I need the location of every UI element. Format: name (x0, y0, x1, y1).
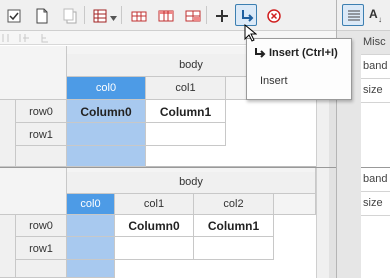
column-header-empty (274, 194, 316, 215)
property-label: band (363, 60, 388, 72)
dataset-icon (93, 9, 107, 23)
grid-designer-bottom: body col0 col1 col2 row0 Column0 Column1… (0, 168, 336, 278)
property-label: size (363, 197, 383, 209)
grid-cell[interactable] (146, 123, 226, 146)
column-label: col2 (223, 198, 244, 210)
column-label: col0 (95, 82, 117, 94)
grid-cell[interactable] (67, 237, 115, 260)
add-button[interactable] (210, 4, 232, 26)
svg-text:A: A (369, 7, 378, 21)
insert-tooltip: Insert (Ctrl+I) Insert (246, 38, 352, 100)
property-row-size[interactable]: size (361, 192, 390, 216)
insert-header-button[interactable] (154, 4, 176, 26)
row-label: row1 (29, 243, 53, 255)
row-label: row0 (29, 106, 53, 118)
column-label: col1 (175, 82, 196, 94)
designer-toolbar (0, 0, 336, 31)
grid-cell[interactable] (115, 237, 194, 260)
band-header[interactable]: body (67, 172, 316, 194)
toolbar-separator (121, 6, 122, 24)
insert-button[interactable] (235, 4, 257, 26)
grid-cell[interactable]: Column1 (146, 100, 226, 123)
add-icon (216, 10, 228, 22)
property-row-band[interactable]: band (361, 55, 390, 79)
categorized-button[interactable] (342, 4, 364, 26)
column-label: col0 (80, 198, 101, 210)
new-document-button[interactable] (30, 4, 52, 26)
category-label: Misc (363, 36, 386, 48)
property-label: band (363, 173, 388, 185)
property-empty (361, 216, 390, 278)
alphabetical-icon: A ↓ (369, 7, 382, 24)
property-toolbar: A ↓ (337, 0, 390, 31)
copy-button[interactable] (58, 4, 80, 26)
svg-text:↓: ↓ (378, 15, 382, 24)
insert-row-icon (185, 10, 201, 22)
column-header-col0[interactable]: col0 (67, 194, 115, 215)
property-row-band[interactable]: band (361, 168, 390, 192)
toolbar-separator (84, 6, 85, 24)
row-gutter (0, 100, 16, 167)
row-header-row0[interactable]: row0 (16, 100, 67, 123)
grid-corner (0, 46, 67, 100)
grid-cell[interactable]: Column0 (115, 215, 194, 237)
property-category-header[interactable]: Misc (361, 31, 390, 55)
vertical-scrollbar[interactable] (316, 168, 329, 278)
grid-cell[interactable]: Column0 (67, 100, 146, 123)
row-header-row1[interactable]: row1 (16, 123, 67, 146)
grid-cell (67, 146, 146, 167)
copy-icon (63, 8, 77, 24)
toggle-checkbox-button[interactable] (2, 4, 24, 26)
grid-cell (67, 260, 115, 278)
cell-text: Column0 (128, 219, 180, 233)
insert-header-icon (158, 10, 174, 22)
dropdown-arrow-icon[interactable] (110, 12, 117, 24)
insert-column-icon (131, 11, 147, 22)
row-header-empty (16, 146, 67, 167)
toolbar-separator (206, 6, 207, 24)
delete-icon (267, 9, 281, 23)
dataset-button[interactable] (88, 4, 110, 26)
column-header-col1[interactable]: col1 (115, 194, 194, 215)
checkbox-icon (7, 9, 21, 23)
row-label: row0 (29, 220, 53, 232)
new-document-icon (36, 8, 48, 24)
faded-tools-icon (2, 34, 48, 43)
insert-icon (255, 48, 266, 58)
band-label: body (179, 176, 203, 188)
grid-cell[interactable] (67, 215, 115, 237)
mouse-cursor-icon (244, 24, 257, 42)
cell-text: Column1 (159, 105, 212, 119)
row-gutter (0, 215, 16, 278)
column-label: col1 (143, 198, 165, 210)
grid-corner (0, 168, 67, 215)
cell-text: Column1 (207, 219, 260, 233)
property-empty (361, 103, 390, 167)
row-header-row1[interactable]: row1 (16, 237, 67, 260)
row-header-row0[interactable]: row0 (16, 215, 67, 237)
property-row-size[interactable]: size (361, 79, 390, 103)
column-header-col0[interactable]: col0 (67, 77, 146, 100)
column-header-col1[interactable]: col1 (146, 77, 226, 100)
grid-cell[interactable]: Column1 (194, 215, 274, 237)
categorized-icon (348, 10, 360, 21)
row-label: row1 (29, 129, 53, 141)
insert-icon (242, 10, 254, 22)
property-label: size (363, 84, 383, 96)
cell-text: Column0 (80, 105, 132, 119)
delete-button[interactable] (262, 4, 284, 26)
column-header-col2[interactable]: col2 (194, 194, 274, 215)
grid-cell[interactable] (67, 123, 146, 146)
grid-cell[interactable] (194, 237, 274, 260)
insert-column-button[interactable] (127, 4, 149, 26)
row-header-empty (16, 260, 67, 278)
insert-row-button[interactable] (181, 4, 203, 26)
splitter[interactable] (329, 168, 336, 278)
tooltip-title: Insert (Ctrl+I) (269, 47, 338, 59)
alphabetical-button[interactable]: A ↓ (368, 6, 388, 26)
tooltip-description: Insert (260, 75, 288, 87)
